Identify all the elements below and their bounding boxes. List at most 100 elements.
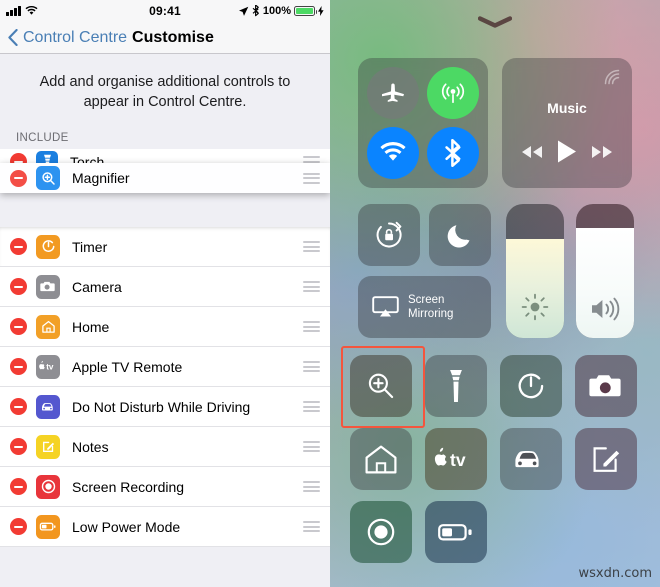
list-item-label: Camera bbox=[72, 278, 122, 295]
car-icon bbox=[36, 394, 60, 419]
bluetooth-icon bbox=[445, 139, 461, 167]
minus-circle-icon[interactable] bbox=[10, 318, 27, 335]
svg-text:tv: tv bbox=[450, 450, 466, 470]
screen-record-icon bbox=[36, 474, 60, 499]
nav-bar: Control Centre Customise bbox=[0, 22, 330, 54]
airplay-audio-icon[interactable] bbox=[602, 67, 622, 87]
timer-icon bbox=[36, 234, 60, 259]
camera-icon bbox=[589, 374, 621, 396]
screen-record-icon bbox=[367, 518, 395, 546]
minus-circle-icon[interactable] bbox=[10, 398, 27, 415]
list-item[interactable]: Timer bbox=[0, 227, 330, 267]
control-centre-grid: Music Screen Mirroring tv bbox=[330, 0, 660, 587]
home-icon bbox=[36, 314, 60, 339]
brightness-icon bbox=[521, 293, 549, 321]
moon-icon bbox=[447, 225, 470, 248]
intro-description: Add and organise additional controls to … bbox=[39, 74, 291, 110]
rotation-lock-toggle[interactable] bbox=[358, 204, 420, 266]
music-module[interactable]: Music bbox=[502, 58, 632, 188]
apple-tv-icon: tv bbox=[36, 354, 60, 379]
wifi-toggle[interactable] bbox=[367, 127, 419, 179]
shortcut-screen-recording[interactable] bbox=[350, 501, 412, 563]
shortcut-apple-tv[interactable]: tv bbox=[425, 428, 487, 490]
status-bar-right: 100% bbox=[238, 5, 324, 17]
play-icon[interactable] bbox=[556, 139, 578, 164]
shortcut-magnifier[interactable] bbox=[350, 355, 412, 417]
list-item-label: Apple TV Remote bbox=[72, 358, 183, 375]
reorder-grip-icon[interactable] bbox=[303, 172, 320, 184]
minus-circle-icon[interactable] bbox=[10, 518, 27, 535]
list-item-label: Low Power Mode bbox=[72, 518, 181, 535]
list-item[interactable]: Home bbox=[0, 307, 330, 347]
reorder-grip-icon[interactable] bbox=[303, 241, 320, 252]
car-icon bbox=[515, 451, 539, 468]
reorder-grip-icon[interactable] bbox=[303, 521, 320, 532]
airplane-icon bbox=[382, 83, 404, 102]
screen-mirroring-icon bbox=[372, 295, 399, 316]
reorder-grip-icon[interactable] bbox=[303, 441, 320, 452]
shortcut-low-power-mode[interactable] bbox=[425, 501, 487, 563]
reorder-grip-icon[interactable] bbox=[303, 361, 320, 372]
list-item-label: Magnifier bbox=[72, 170, 130, 186]
shortcut-timer[interactable] bbox=[500, 355, 562, 417]
watermark: wsxdn.com bbox=[578, 566, 653, 581]
minus-circle-icon[interactable] bbox=[10, 169, 27, 187]
list-item[interactable]: Screen Recording bbox=[0, 467, 330, 507]
minus-circle-icon[interactable] bbox=[10, 238, 27, 255]
location-arrow-icon bbox=[238, 6, 249, 16]
timer-icon bbox=[518, 373, 544, 399]
list-item[interactable]: Notes bbox=[0, 427, 330, 467]
list-item[interactable]: Do Not Disturb While Driving bbox=[0, 387, 330, 427]
minus-circle-icon[interactable] bbox=[10, 478, 27, 495]
wifi-icon bbox=[380, 142, 406, 161]
reorder-grip-icon[interactable] bbox=[303, 401, 320, 412]
magnifier-icon bbox=[368, 373, 394, 399]
cellular-data-toggle[interactable] bbox=[427, 67, 479, 119]
reorder-grip-icon[interactable] bbox=[303, 481, 320, 492]
shortcut-home[interactable] bbox=[350, 428, 412, 490]
rewind-icon[interactable] bbox=[521, 145, 543, 159]
control-centre-pane: Music Screen Mirroring tv wsxdn.com bbox=[330, 0, 660, 587]
reorder-grip-icon[interactable] bbox=[303, 321, 320, 332]
home-icon bbox=[365, 445, 397, 473]
list-item-label: Do Not Disturb While Driving bbox=[72, 398, 251, 415]
shortcut-camera[interactable] bbox=[575, 355, 637, 417]
brightness-fill bbox=[506, 238, 564, 338]
minus-circle-icon[interactable] bbox=[10, 438, 27, 455]
apple-tv-icon: tv bbox=[434, 447, 466, 470]
rotation-lock-icon bbox=[376, 221, 402, 248]
bluetooth-toggle[interactable] bbox=[427, 127, 479, 179]
minus-circle-icon[interactable] bbox=[10, 278, 27, 295]
fast-forward-icon[interactable] bbox=[591, 145, 613, 159]
low-power-mode-icon bbox=[36, 514, 60, 539]
screen-mirroring-label-line2: Mirroring bbox=[408, 308, 454, 320]
volume-slider[interactable] bbox=[576, 204, 634, 338]
shortcut-dnd-driving[interactable] bbox=[500, 428, 562, 490]
back-button-label[interactable]: Control Centre bbox=[23, 29, 127, 47]
list-item[interactable]: Camera bbox=[0, 267, 330, 307]
do-not-disturb-toggle[interactable] bbox=[429, 204, 491, 266]
section-header-include: INCLUDE bbox=[16, 132, 69, 144]
minus-circle-icon[interactable] bbox=[10, 358, 27, 375]
reorder-grip-icon[interactable] bbox=[303, 281, 320, 292]
magnifier-icon bbox=[36, 166, 60, 190]
airplane-mode-toggle[interactable] bbox=[367, 67, 419, 119]
status-bar: 09:41 100% bbox=[0, 0, 330, 22]
list-item[interactable]: Magnifier bbox=[0, 163, 330, 193]
shortcut-notes[interactable] bbox=[575, 428, 637, 490]
screen-mirroring-label: Screen Mirroring bbox=[408, 293, 453, 321]
shortcut-torch[interactable] bbox=[425, 355, 487, 417]
list-item-label: Notes bbox=[72, 438, 109, 455]
brightness-slider[interactable] bbox=[506, 204, 564, 338]
screenshot-root: 09:41 100% Control Centre Customise Add … bbox=[0, 0, 660, 587]
svg-text:tv: tv bbox=[46, 363, 54, 372]
camera-icon bbox=[36, 274, 60, 299]
bluetooth-icon bbox=[252, 5, 259, 17]
list-item-label: Screen Recording bbox=[72, 478, 185, 495]
chevron-left-icon[interactable] bbox=[8, 29, 18, 46]
list-item[interactable]: tv Apple TV Remote bbox=[0, 347, 330, 387]
list-item-label: Timer bbox=[72, 238, 108, 255]
screen-mirroring-button[interactable]: Screen Mirroring bbox=[358, 276, 491, 338]
charging-bolt-icon bbox=[318, 6, 324, 16]
list-item[interactable]: Low Power Mode bbox=[0, 507, 330, 547]
